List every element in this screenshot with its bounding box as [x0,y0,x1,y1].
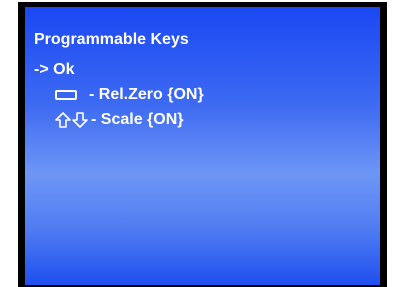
device-screen: Programmable Keys -> Ok - Rel.Zero {ON} … [18,2,387,287]
menu-item-rel-zero[interactable]: - Rel.Zero {ON} [55,86,204,104]
up-down-arrow-icon [55,112,89,128]
menu-item-scale[interactable]: - Scale {ON} [55,111,183,129]
menu-item-label: - Rel.Zero {ON} [89,86,204,103]
display-panel: Programmable Keys -> Ok - Rel.Zero {ON} … [25,7,380,285]
rectangle-key-icon [55,90,77,100]
page-title: Programmable Keys [34,31,189,48]
selected-option[interactable]: -> Ok [34,61,74,79]
menu-item-label: - Scale {ON} [91,111,184,128]
